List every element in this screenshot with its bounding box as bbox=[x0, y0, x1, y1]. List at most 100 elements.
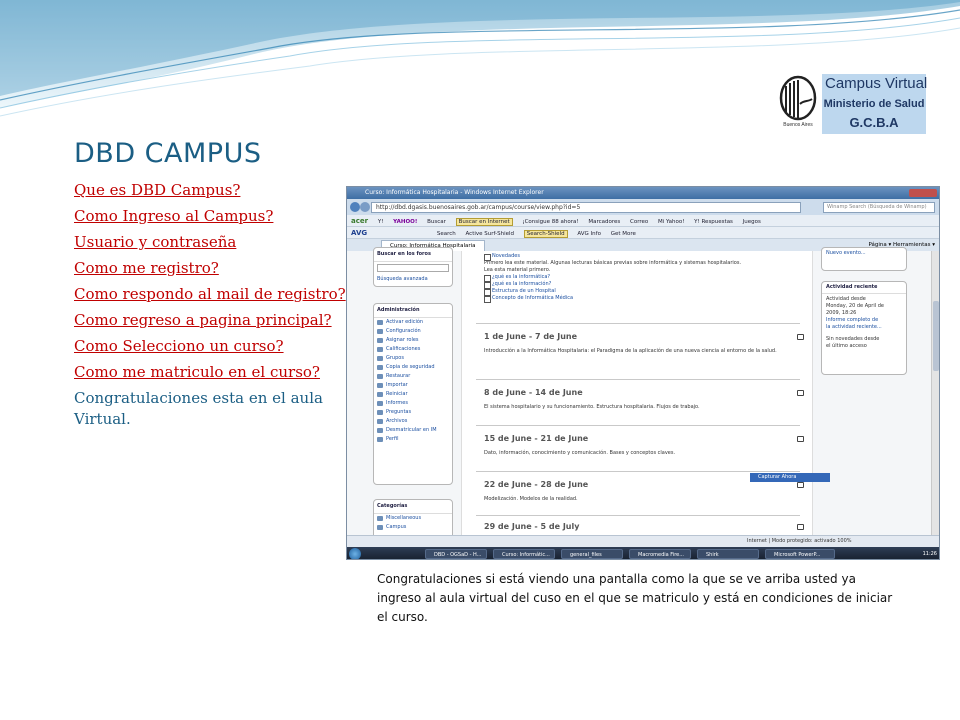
admin-item[interactable]: Perfil bbox=[374, 435, 452, 444]
category-item[interactable]: Miscellaneous bbox=[374, 514, 452, 523]
link-matricular-curso[interactable]: Como me matriculo en el curso? bbox=[74, 362, 346, 383]
admin-item[interactable]: Asignar roles bbox=[374, 336, 452, 345]
collapse-section-icon[interactable] bbox=[797, 436, 804, 442]
toolbar1-item[interactable]: ¡Consigue 88 ahora! bbox=[522, 219, 578, 225]
admin-item[interactable]: Copia de seguridad bbox=[374, 363, 452, 372]
resource-link[interactable]: Estructura de un Hospital bbox=[484, 288, 790, 296]
resource-link[interactable]: Concepto de Informática Médica bbox=[484, 295, 790, 303]
page-scrollbar[interactable] bbox=[931, 251, 939, 549]
events-block: Nuevo evento... bbox=[821, 247, 907, 271]
admin-item[interactable]: Desmatricular en IM bbox=[374, 426, 452, 435]
closing-text: Congratulaciones esta en el aula Virtual… bbox=[74, 389, 323, 428]
browser-search-box[interactable]: Winamp Search (Búsqueda de Winamp) bbox=[823, 202, 935, 213]
taskbar-button[interactable]: Curso: Informátic... bbox=[493, 549, 555, 559]
forward-arrow-icon[interactable] bbox=[360, 202, 370, 212]
week-section: 29 de June - 5 de July bbox=[484, 521, 804, 533]
emblem-caption: Buenos Aires bbox=[783, 122, 813, 128]
toolbar1-item[interactable]: Buscar en Internet bbox=[455, 218, 513, 226]
week-section: 1 de June - 7 de June Introducción a la … bbox=[484, 331, 804, 355]
taskbar-button[interactable]: Shirk bbox=[697, 549, 759, 559]
taskbar-button[interactable]: Microsoft PowerP... bbox=[765, 549, 835, 559]
novedades-link[interactable]: Novedades bbox=[484, 253, 790, 261]
link-como-me-registro[interactable]: Como me registro? bbox=[74, 258, 346, 279]
forum-search-block: Buscar en los foros Búsqueda avanzada bbox=[373, 247, 453, 287]
course-content: Novedades Primero lea este material. Alg… bbox=[461, 251, 830, 549]
collapse-section-icon[interactable] bbox=[797, 524, 804, 530]
admin-item[interactable]: Reiniciar bbox=[374, 390, 452, 399]
admin-item[interactable]: Restaurar bbox=[374, 372, 452, 381]
block-heading: Actividad reciente bbox=[822, 284, 906, 294]
slide-title: DBD CAMPUS bbox=[74, 138, 262, 169]
toolbar1-item[interactable]: Correo bbox=[630, 219, 648, 225]
admin-block: Administración Activar edición Configura… bbox=[373, 303, 453, 485]
section-divider bbox=[476, 515, 800, 516]
admin-item[interactable]: Activar edición bbox=[374, 318, 452, 327]
new-event-link[interactable]: Nuevo evento... bbox=[826, 250, 902, 257]
admin-item[interactable]: Grupos bbox=[374, 354, 452, 363]
toolbar2-item[interactable]: AVG bbox=[351, 229, 367, 237]
collapse-section-icon[interactable] bbox=[797, 334, 804, 340]
toolbar2-item[interactable]: Get More bbox=[611, 231, 636, 237]
start-button-icon[interactable] bbox=[349, 548, 361, 559]
toolbar1-item[interactable]: acer bbox=[351, 217, 368, 225]
admin-item[interactable]: Importar bbox=[374, 381, 452, 390]
address-bar[interactable]: http://dbd.dgasis.buenosaires.gob.ar/cam… bbox=[371, 202, 801, 213]
address-row: http://dbd.dgasis.buenosaires.gob.ar/cam… bbox=[347, 199, 939, 215]
collapse-section-icon[interactable] bbox=[797, 482, 804, 488]
admin-item[interactable]: Calificaciones bbox=[374, 345, 452, 354]
admin-item[interactable]: Preguntas bbox=[374, 408, 452, 417]
browser-statusbar: Internet | Modo protegido: activado 100% bbox=[347, 535, 939, 547]
help-link-list: Que es DBD Campus? Como Ingreso al Campu… bbox=[74, 180, 346, 430]
left-sidebar: Buscar en los foros Búsqueda avanzada Ad… bbox=[373, 247, 453, 549]
toolbar1-item[interactable]: YAHOO! bbox=[393, 219, 417, 225]
scrollbar-thumb[interactable] bbox=[933, 301, 939, 371]
week-description: Dato, información, conocimiento y comuni… bbox=[484, 450, 676, 456]
resource-link[interactable]: ¿qué es la información? bbox=[484, 281, 790, 289]
collapse-section-icon[interactable] bbox=[797, 390, 804, 396]
link-seleccionar-curso[interactable]: Como Selecciono un curso? bbox=[74, 336, 346, 357]
link-regreso-principal[interactable]: Como regreso a pagina principal? bbox=[74, 310, 346, 331]
brand-box: Campus Virtual Ministerio de Salud G.C.B… bbox=[822, 74, 927, 134]
avg-toolbar: AVG Search Active Surf-Shield Search-Shi… bbox=[347, 227, 939, 239]
toolbar2-item[interactable]: AVG Info bbox=[577, 231, 601, 237]
block-heading: Buscar en los foros bbox=[374, 248, 452, 262]
resource-link[interactable]: ¿qué es la informática? bbox=[484, 274, 790, 282]
toolbar2-item[interactable]: Search bbox=[437, 231, 456, 237]
back-arrow-icon[interactable] bbox=[350, 202, 360, 212]
week-description: Modelización. Modelos de la realidad. bbox=[484, 496, 578, 502]
week-section: 15 de June - 21 de June Dato, informació… bbox=[484, 433, 804, 457]
moodle-course-page: Buscar en los foros Búsqueda avanzada Ad… bbox=[347, 247, 939, 549]
admin-item[interactable]: Configuración bbox=[374, 327, 452, 336]
link-que-es-dbd[interactable]: Que es DBD Campus? bbox=[74, 180, 346, 201]
brand-ministry: Ministerio de Salud bbox=[823, 98, 925, 110]
toolbar1-item[interactable]: Y! bbox=[378, 219, 384, 225]
toolbar2-item[interactable]: Active Surf-Shield bbox=[466, 231, 515, 237]
right-sidebar: Nuevo evento... Actividad reciente Activ… bbox=[821, 247, 907, 549]
toolbar1-item[interactable]: Buscar bbox=[427, 219, 446, 225]
capture-tooltip[interactable]: Capturar Ahora bbox=[750, 473, 830, 482]
toolbar1-item[interactable]: Marcadores bbox=[588, 219, 620, 225]
recent-line: 2009, 18:26 bbox=[826, 310, 857, 316]
toolbar1-item[interactable]: Juegos bbox=[743, 219, 761, 225]
toolbar1-item[interactable]: Mi Yahoo! bbox=[658, 219, 684, 225]
link-como-ingreso[interactable]: Como Ingreso al Campus? bbox=[74, 206, 346, 227]
taskbar-button[interactable]: Macromedia Fire... bbox=[629, 549, 691, 559]
recent-line[interactable]: la actividad reciente... bbox=[826, 324, 902, 331]
forum-search-input[interactable] bbox=[377, 264, 449, 272]
admin-item[interactable]: Informes bbox=[374, 399, 452, 408]
category-item[interactable]: Campus bbox=[374, 523, 452, 532]
admin-item[interactable]: Archivos bbox=[374, 417, 452, 426]
link-responder-mail[interactable]: Como respondo al mail de registro? bbox=[74, 284, 346, 305]
block-heading: Administración bbox=[374, 304, 452, 318]
link-usuario-contrasena[interactable]: Usuario y contraseña bbox=[74, 232, 346, 253]
toolbar2-item[interactable]: Search-Shield bbox=[523, 230, 568, 238]
toolbar1-item[interactable]: Y! Respuestas bbox=[694, 219, 733, 225]
recent-line[interactable]: Informe completo de bbox=[826, 317, 902, 324]
window-controls-icon[interactable] bbox=[909, 189, 937, 197]
week-description: Introducción a la Informática Hospitalar… bbox=[484, 348, 777, 354]
week-description: El sistema hospitalario y su funcionamie… bbox=[484, 404, 700, 410]
taskbar-button[interactable]: DBD - OGSaD - H... bbox=[425, 549, 487, 559]
taskbar-button[interactable]: general_files bbox=[561, 549, 623, 559]
week-section: 22 de June - 28 de June Modelización. Mo… bbox=[484, 479, 804, 503]
advanced-search-link[interactable]: Búsqueda avanzada bbox=[374, 274, 452, 285]
